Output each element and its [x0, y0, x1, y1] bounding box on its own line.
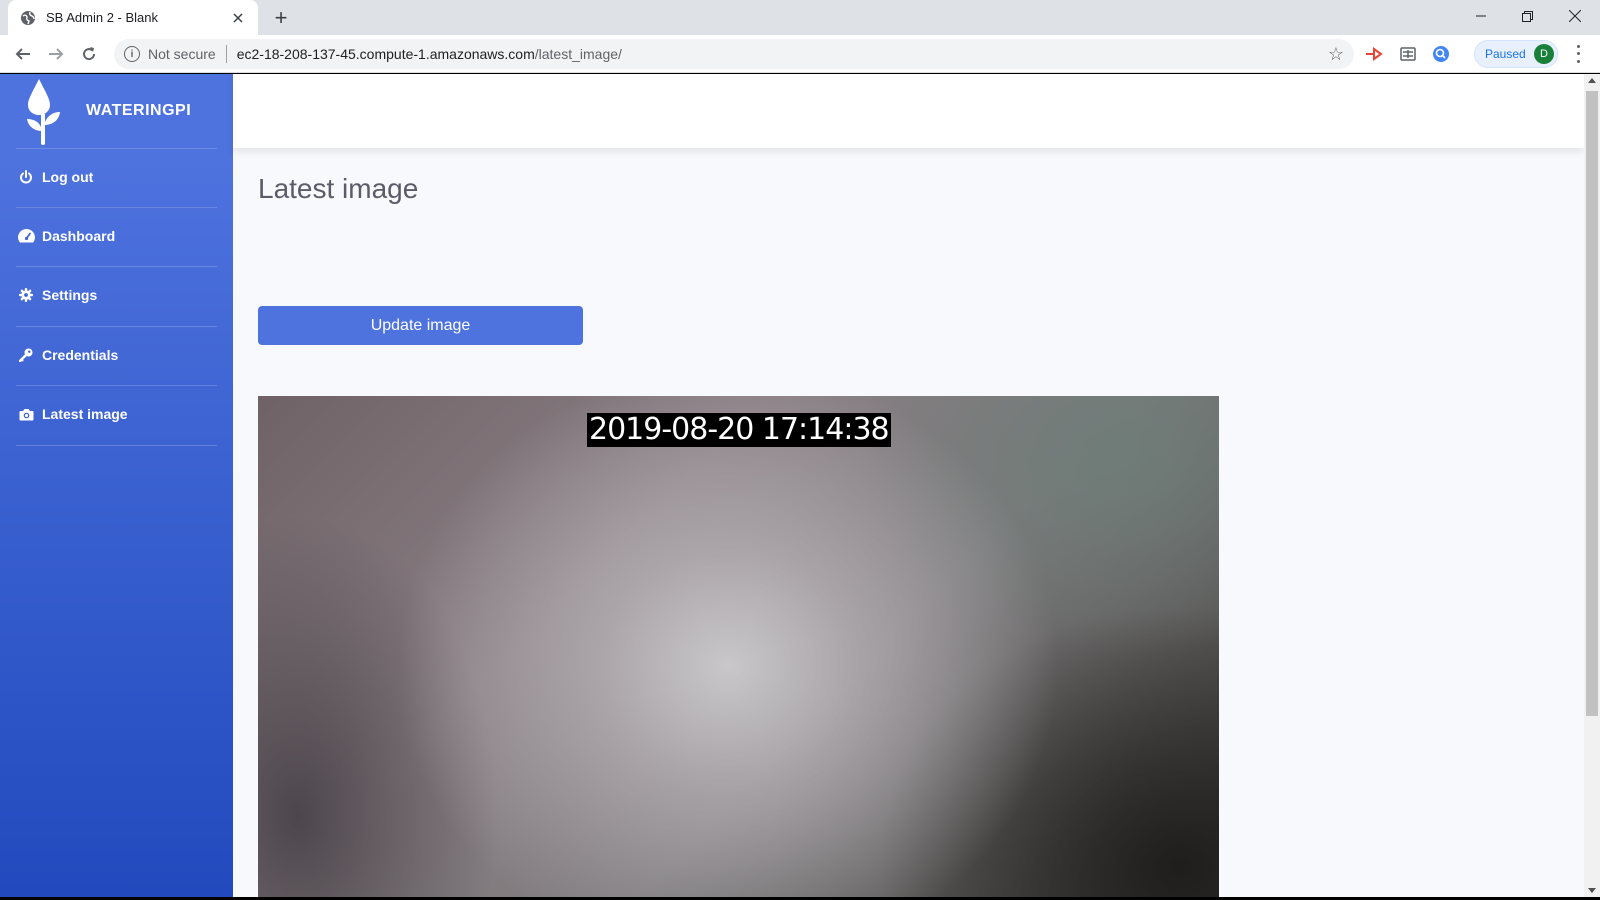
info-icon[interactable]: i [124, 46, 140, 62]
restore-icon[interactable] [1504, 0, 1550, 32]
web-page: WATERINGPI Log out Dashboard Settings Cr… [0, 74, 1600, 897]
sidebar-item-label: Settings [42, 287, 98, 303]
new-tab-button[interactable]: + [268, 5, 294, 31]
browser-tabstrip: SB Admin 2 - Blank + [0, 0, 1600, 35]
page-scrollbar[interactable] [1584, 74, 1600, 897]
sidebar-brand[interactable]: WATERINGPI [0, 74, 233, 148]
camera-icon [17, 405, 35, 423]
profile-status: Paused [1485, 47, 1526, 61]
plant-drop-logo-icon [24, 77, 64, 145]
extension-arrow-icon[interactable] [1364, 44, 1384, 64]
brand-name: WATERINGPI [86, 102, 192, 119]
scroll-down-arrow-icon[interactable] [1588, 888, 1596, 893]
sidebar-item-settings[interactable]: Settings [0, 266, 233, 324]
forward-arrow-icon[interactable] [43, 41, 69, 67]
sidebar-divider [16, 445, 217, 446]
key-icon [17, 346, 35, 364]
sidebar-item-dashboard[interactable]: Dashboard [0, 207, 233, 265]
security-label[interactable]: Not secure [148, 46, 216, 62]
url-path: /latest_image/ [534, 46, 622, 62]
power-icon [17, 168, 35, 186]
extension-search-icon[interactable] [1431, 44, 1451, 64]
url-host: ec2-18-208-137-45.compute-1.amazonaws.co… [236, 46, 535, 62]
sidebar-item-label: Credentials [42, 347, 119, 363]
sidebar-item-credentials[interactable]: Credentials [0, 326, 233, 384]
page-title: Latest image [258, 173, 419, 204]
topbar [233, 74, 1584, 148]
camera-image: 2019-08-20 17:14:38 [258, 396, 1219, 897]
scroll-up-arrow-icon[interactable] [1588, 78, 1596, 83]
update-image-button[interactable]: Update image [258, 306, 583, 345]
scroll-thumb[interactable] [1586, 91, 1598, 716]
browser-menu-icon[interactable] [1568, 43, 1588, 65]
window-close-icon[interactable] [1552, 0, 1598, 32]
address-bar[interactable]: i Not secure ec2-18-208-137-45.compute-1… [114, 39, 1354, 69]
browser-tab[interactable]: SB Admin 2 - Blank [8, 0, 258, 35]
tachometer-icon [17, 227, 35, 245]
sidebar: WATERINGPI Log out Dashboard Settings Cr… [0, 74, 233, 897]
sidebar-item-log-out[interactable]: Log out [0, 148, 233, 206]
bookmark-star-icon[interactable]: ☆ [1328, 44, 1344, 65]
main-content: Latest image Update image 2019-08-20 17:… [233, 148, 1584, 897]
reload-icon[interactable] [76, 41, 102, 67]
profile-paused-chip[interactable]: Paused D [1474, 40, 1558, 68]
sidebar-item-label: Log out [42, 169, 94, 185]
globe-icon [20, 10, 36, 26]
sidebar-item-label: Latest image [42, 406, 128, 422]
url-text[interactable]: ec2-18-208-137-45.compute-1.amazonaws.co… [237, 46, 622, 62]
tab-title: SB Admin 2 - Blank [46, 10, 158, 25]
back-arrow-icon[interactable] [10, 41, 36, 67]
sidebar-item-latest-image[interactable]: Latest image [0, 385, 233, 443]
minimize-icon[interactable] [1458, 0, 1504, 32]
close-icon[interactable] [228, 8, 248, 28]
browser-toolbar: i Not secure ec2-18-208-137-45.compute-1… [0, 35, 1600, 73]
gear-icon [17, 286, 35, 304]
sidebar-item-label: Dashboard [42, 228, 116, 244]
omnibox-divider [225, 45, 227, 63]
image-timestamp: 2019-08-20 17:14:38 [587, 412, 891, 447]
extension-grid-icon[interactable] [1398, 44, 1418, 64]
avatar: D [1534, 44, 1554, 64]
